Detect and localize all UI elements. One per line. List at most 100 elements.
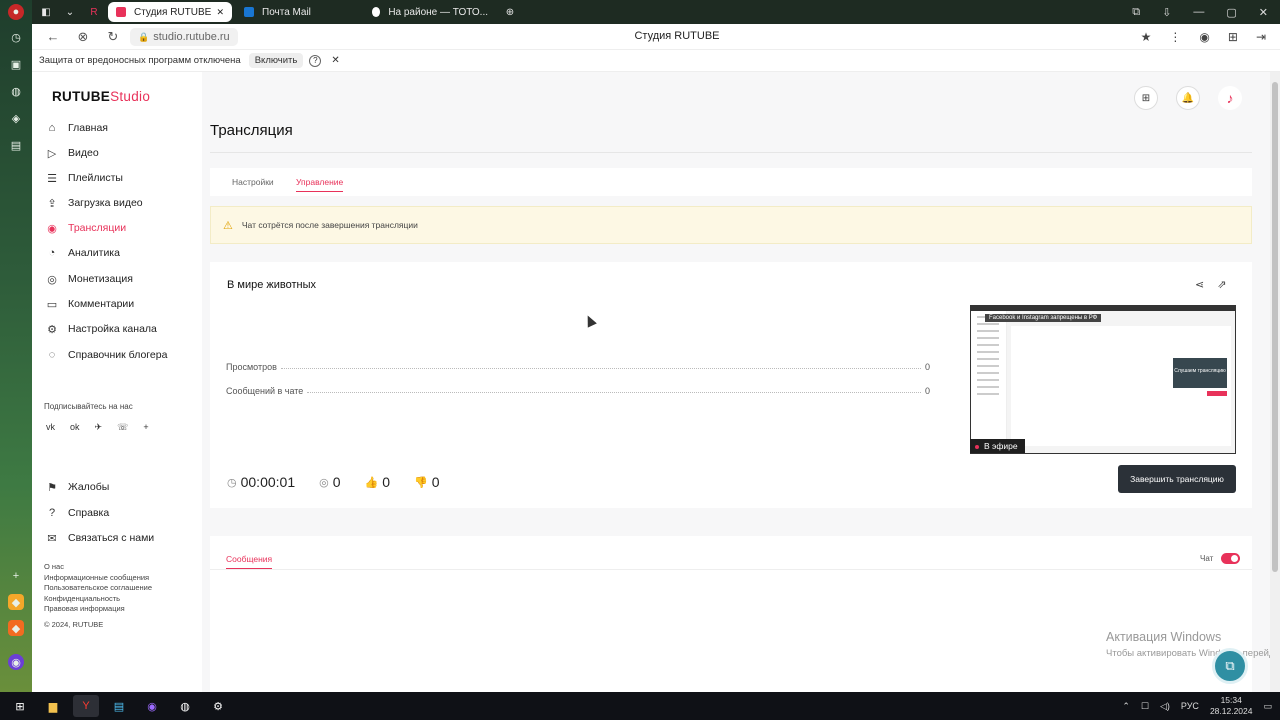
telegram-icon[interactable]: ✈ [95, 422, 103, 433]
ok-icon[interactable]: ok [70, 422, 80, 433]
bell-icon[interactable]: 🔔 [1176, 86, 1200, 110]
tab-pinned[interactable]: ◧ [36, 2, 56, 22]
viewers-value: 0 [332, 474, 341, 490]
sidebar-item-monetization[interactable]: ◎ Монетизация [45, 270, 133, 288]
sidebar-item-video[interactable]: ▷ Видео [45, 144, 99, 162]
share-icon[interactable]: ⇥ [1256, 30, 1266, 44]
open-external-icon[interactable]: ⇗ [1217, 278, 1226, 291]
viber-icon[interactable]: ☏ [117, 422, 128, 433]
tab-settings[interactable]: Настройки [232, 177, 274, 187]
rutube-studio-logo[interactable]: RUTUBEStudio [52, 89, 150, 104]
tab-mail[interactable]: Почта Mail [236, 2, 360, 22]
language-indicator[interactable]: РУС [1181, 701, 1199, 711]
logo-studio-text: Studio [110, 89, 151, 104]
sidebar-item-label: Монетизация [68, 273, 133, 285]
sidebar-item-blogger-guide[interactable]: ◌ Справочник блогера [45, 346, 168, 364]
sidebar-item-upload[interactable]: ⇪ Загрузка видео [45, 194, 142, 212]
add-panel-icon[interactable]: + [8, 568, 24, 584]
sidebar-item-contact[interactable]: ✉ Связаться с нами [45, 529, 154, 547]
enable-protection-button[interactable]: Включить [248, 53, 304, 68]
tab-messages[interactable]: Сообщения [226, 554, 273, 569]
sidebar-item-home[interactable]: ⌂ Главная [45, 119, 108, 137]
obs-icon[interactable]: ◍ [172, 695, 198, 717]
tab-pinned[interactable]: R [84, 2, 104, 22]
pinned-app-icon[interactable]: ◆ [8, 594, 24, 610]
profile-icon[interactable]: ● [8, 4, 24, 20]
scrollbar-thumb[interactable] [1272, 82, 1278, 572]
bookmark-icon[interactable]: ★ [1141, 30, 1152, 44]
sidebar-item-streams[interactable]: ◉ Трансляции [45, 219, 126, 237]
extension-icon[interactable]: ◉ [1199, 30, 1209, 44]
app-icon[interactable]: ◈ [8, 110, 24, 126]
tab-studio-rutube[interactable]: Студия RUTUBE ✕ [108, 2, 232, 22]
tabs-icon[interactable]: ⧉ [1132, 6, 1140, 19]
stream-preview[interactable]: Facebook и Instagram запрещены в РФ Слуш… [970, 305, 1236, 454]
history-icon[interactable]: ◷ [8, 29, 24, 45]
mail-icon: ✉ [47, 532, 57, 545]
analytics-icon: ◔ [48, 247, 56, 259]
back-icon[interactable]: ← [44, 29, 62, 44]
shopping-icon[interactable]: ⊞ [1228, 30, 1238, 44]
collections-icon[interactable]: ▣ [8, 56, 24, 72]
add-content-icon[interactable]: ⊞ [1134, 86, 1158, 110]
footer-link[interactable]: Пользовательское соглашение [44, 583, 152, 594]
notifications-icon[interactable]: ▭ [1263, 701, 1272, 712]
footer-link[interactable]: Конфиденциальность [44, 594, 152, 605]
support-chat-button[interactable]: ⧉ [1212, 648, 1248, 684]
copyright: © 2024, RUTUBE [44, 619, 104, 629]
close-icon[interactable]: ✕ [331, 55, 339, 66]
end-stream-button[interactable]: Завершить трансляцию [1118, 465, 1236, 493]
sidebar-item-help[interactable]: ? Справка [45, 504, 109, 522]
location-icon[interactable]: ◍ [8, 83, 24, 99]
footer-link[interactable]: О нас [44, 562, 152, 573]
close-tab-icon[interactable]: ✕ [216, 7, 224, 18]
share-icon[interactable]: ⋖ [1195, 278, 1204, 291]
tab-list-button[interactable]: ⌄ [60, 2, 80, 22]
notes-icon[interactable]: ▤ [8, 137, 24, 153]
video-icon: ▷ [47, 147, 57, 160]
app-icon[interactable]: ▤ [106, 695, 132, 717]
tab-music[interactable]: На районе — ТОТО... [364, 2, 496, 22]
chat-toggle[interactable] [1221, 553, 1241, 564]
more-icon[interactable]: + [143, 422, 148, 433]
tab-management[interactable]: Управление [296, 177, 344, 192]
main-content: ⊞ 🔔 ♪ Трансляция Настройки Управление ⚠ … [210, 72, 1270, 692]
windows-start-icon[interactable]: ⊞ [7, 695, 33, 717]
volume-icon[interactable]: ◁) [1160, 701, 1170, 712]
help-icon[interactable]: ? [309, 54, 322, 67]
stat-views: Просмотров 0 [226, 360, 930, 372]
minimize-icon[interactable]: — [1193, 6, 1204, 19]
settings-app-icon[interactable]: ⚙ [205, 695, 231, 717]
menu-icon[interactable]: ⋮ [1169, 30, 1181, 44]
maximize-icon[interactable]: ▢ [1226, 6, 1236, 19]
sidebar-item-complaints[interactable]: ⚑ Жалобы [45, 478, 109, 496]
sidebar-item-channel-settings[interactable]: ⚙ Настройка канала [45, 320, 157, 338]
tab-label: Студия RUTUBE [134, 6, 212, 18]
yandex-browser-icon[interactable]: Y [73, 695, 99, 717]
sidebar-item-comments[interactable]: ▭ Комментарии [45, 295, 134, 313]
footer-link[interactable]: Правовая информация [44, 604, 152, 615]
pinned-app-icon[interactable]: ◆ [8, 620, 24, 636]
clock[interactable]: 15:34 28.12.2024 [1210, 695, 1253, 717]
page-scrollbar[interactable] [1270, 72, 1280, 692]
chevron-up-icon[interactable]: ⌃ [1122, 701, 1130, 712]
sidebar-item-analytics[interactable]: ◔ Аналитика [45, 244, 120, 262]
file-explorer-icon[interactable]: ▆ [40, 695, 66, 717]
divider [210, 569, 1252, 570]
discord-icon[interactable]: ◉ [139, 695, 165, 717]
vk-icon[interactable]: vk [46, 422, 55, 433]
network-icon[interactable]: ☐ [1141, 701, 1149, 712]
downloads-icon[interactable]: ⇩ [1162, 6, 1171, 19]
alice-icon[interactable]: ◉ [8, 654, 24, 670]
reload-icon[interactable]: ↻ [104, 29, 122, 45]
url-field[interactable]: 🔒 studio.rutube.ru [130, 27, 238, 46]
forward-icon[interactable]: ⊗ [74, 29, 92, 45]
stream-card: В мире животных ⋖ ⇗ Просмотров 0 Сообщен… [210, 262, 1252, 508]
clock-date: 28.12.2024 [1209, 706, 1253, 716]
close-window-icon[interactable]: ✕ [1259, 6, 1268, 19]
footer-link[interactable]: Информационные сообщения [44, 573, 152, 584]
new-tab-button[interactable]: ⊕ [500, 2, 520, 22]
chat-warning: ⚠ Чат сотрётся после завершения трансляц… [210, 206, 1252, 244]
avatar[interactable]: ♪ [1218, 86, 1242, 110]
sidebar-item-playlists[interactable]: ☰ Плейлисты [45, 169, 123, 187]
